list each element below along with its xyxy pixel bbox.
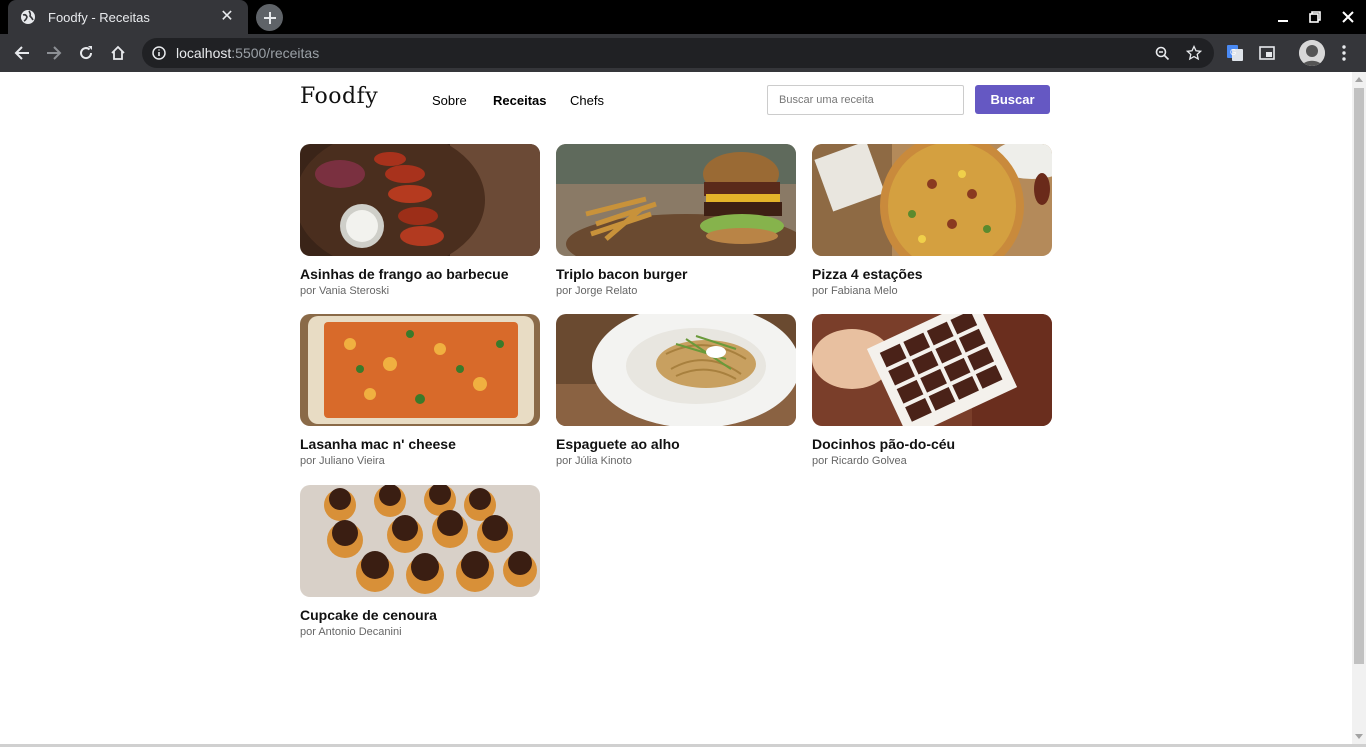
- scroll-up-icon[interactable]: [1355, 77, 1363, 82]
- url-host: localhost: [176, 45, 232, 61]
- address-bar[interactable]: localhost:5500/receitas: [142, 38, 1214, 68]
- tab-title: Foodfy - Receitas: [48, 9, 150, 25]
- recipe-author: por Juliano Vieira: [300, 455, 385, 467]
- home-icon: [111, 45, 125, 60]
- recipe-card[interactable]: Pizza 4 estações por Fabiana Melo: [812, 144, 1052, 297]
- browser-tab[interactable]: Foodfy - Receitas ✕: [8, 0, 248, 34]
- site-header: Foodfy Sobre Receitas Chefs Buscar: [300, 72, 1050, 128]
- home-button[interactable]: [105, 40, 131, 66]
- avatar-icon: [1299, 40, 1325, 66]
- browser-tabstrip: Foodfy - Receitas ✕: [0, 0, 1366, 34]
- svg-text:G: G: [1230, 48, 1236, 57]
- reload-button[interactable]: [73, 40, 99, 66]
- recipe-title[interactable]: Triplo bacon burger: [556, 266, 796, 282]
- recipe-card[interactable]: Espaguete ao alho por Júlia Kinoto: [556, 314, 796, 467]
- nav-link-about[interactable]: Sobre: [432, 93, 467, 108]
- translate-extension-button[interactable]: G: [1222, 40, 1248, 66]
- recipe-card[interactable]: Triplo bacon burger por Jorge Relato: [556, 144, 796, 297]
- recipe-author: por Júlia Kinoto: [556, 455, 632, 467]
- globe-icon: [20, 9, 36, 25]
- back-button[interactable]: [9, 40, 35, 66]
- star-icon[interactable]: [1186, 45, 1202, 61]
- recipe-author: por Vania Steroski: [300, 285, 390, 297]
- scroll-down-icon[interactable]: [1355, 734, 1363, 739]
- recipe-card[interactable]: Asinhas de frango ao barbecue por Vania …: [300, 144, 540, 297]
- recipe-title[interactable]: Cupcake de cenoura: [300, 607, 540, 623]
- recipe-image[interactable]: [300, 314, 540, 426]
- nav-link-recipes[interactable]: Receitas: [493, 93, 546, 108]
- recipe-card[interactable]: Lasanha mac n' cheese por Juliano Vieira: [300, 314, 540, 467]
- recipe-author: por Fabiana Melo: [812, 285, 898, 297]
- recipe-card[interactable]: Cupcake de cenoura por Antonio Decanini: [300, 485, 540, 638]
- recipe-title[interactable]: Docinhos pão-do-céu: [812, 436, 1052, 452]
- nav-link-chefs[interactable]: Chefs: [570, 93, 604, 108]
- recipe-image[interactable]: [556, 314, 796, 426]
- recipe-image[interactable]: [300, 485, 540, 597]
- recipe-card[interactable]: Docinhos pão-do-céu por Ricardo Golvea: [812, 314, 1052, 467]
- search-button[interactable]: Buscar: [975, 85, 1050, 114]
- close-icon: [1342, 11, 1354, 23]
- scrollbar-thumb[interactable]: [1354, 88, 1364, 664]
- recipe-image[interactable]: [300, 144, 540, 256]
- arrow-left-icon: [14, 46, 29, 60]
- recipe-image[interactable]: [812, 144, 1052, 256]
- new-tab-button[interactable]: [256, 4, 283, 31]
- recipe-author: por Antonio Decanini: [300, 626, 402, 638]
- forward-button[interactable]: [41, 40, 67, 66]
- arrow-right-icon: [47, 46, 62, 60]
- recipe-title[interactable]: Pizza 4 estações: [812, 266, 1052, 282]
- recipe-title[interactable]: Asinhas de frango ao barbecue: [300, 266, 540, 282]
- search-input[interactable]: [767, 85, 964, 115]
- window-icon: [1259, 46, 1275, 60]
- recipe-author: por Jorge Relato: [556, 285, 638, 297]
- close-tab-icon[interactable]: ✕: [218, 8, 236, 26]
- recipe-author: por Ricardo Golvea: [812, 455, 907, 467]
- profile-avatar[interactable]: [1299, 40, 1325, 66]
- url-text: localhost:5500/receitas: [176, 45, 319, 61]
- recipe-image[interactable]: [812, 314, 1052, 426]
- recipe-title[interactable]: Espaguete ao alho: [556, 436, 796, 452]
- page-scrollbar[interactable]: [1352, 72, 1366, 747]
- browser-menu-button[interactable]: [1331, 40, 1357, 66]
- browser-toolbar: localhost:5500/receitas G: [0, 34, 1366, 72]
- url-path: :5500/receitas: [231, 45, 320, 61]
- kebab-menu-icon: [1342, 45, 1346, 61]
- plus-icon: [263, 11, 276, 24]
- translate-icon: G: [1227, 45, 1243, 61]
- restore-icon: [1309, 11, 1321, 23]
- page-viewport: Foodfy Sobre Receitas Chefs Buscar uma r…: [0, 72, 1352, 747]
- site-logo[interactable]: Foodfy: [300, 84, 378, 109]
- zoom-icon[interactable]: [1154, 45, 1170, 61]
- cast-extension-button[interactable]: [1254, 40, 1280, 66]
- recipe-image[interactable]: [556, 144, 796, 256]
- minimize-icon: [1278, 20, 1288, 22]
- recipe-title[interactable]: Lasanha mac n' cheese: [300, 436, 540, 452]
- minimize-button[interactable]: [1267, 0, 1299, 34]
- restore-button[interactable]: [1299, 0, 1331, 34]
- close-window-button[interactable]: [1332, 0, 1364, 34]
- info-icon[interactable]: [152, 46, 166, 60]
- reload-icon: [80, 46, 93, 60]
